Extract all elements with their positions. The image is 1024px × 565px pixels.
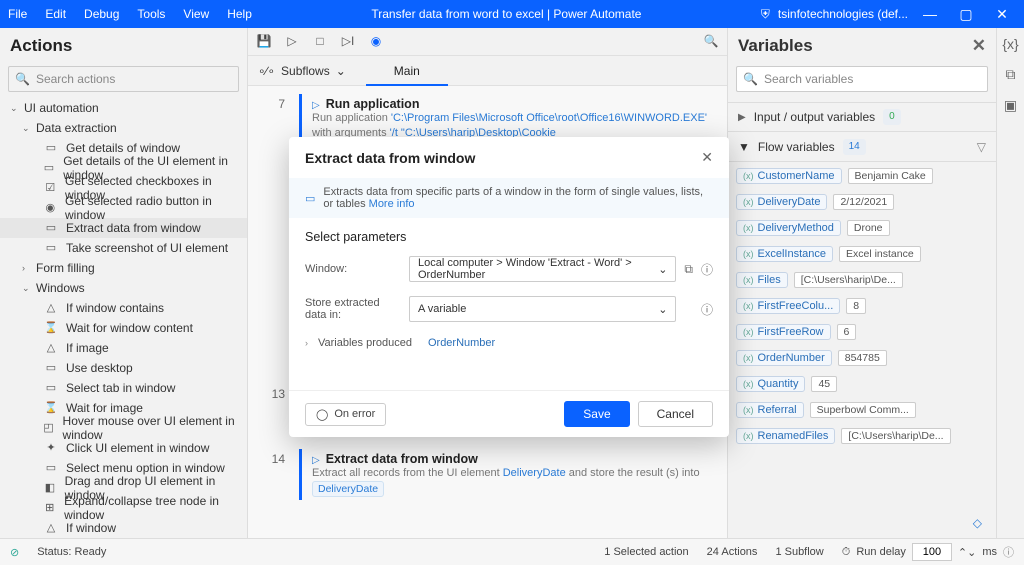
info-icon[interactable]: ⓘ xyxy=(701,261,713,278)
window-select[interactable]: Local computer > Window 'Extract - Word'… xyxy=(409,256,676,282)
variables-produced-value[interactable]: OrderNumber xyxy=(422,336,501,350)
ui-element-picker-icon[interactable]: ⧉ xyxy=(684,262,693,277)
menu-view[interactable]: View xyxy=(183,7,209,21)
status-actions: 24 Actions xyxy=(707,546,758,558)
window-icon: ▭ xyxy=(305,192,315,205)
ms-label: ms xyxy=(982,546,997,558)
run-delay-input[interactable] xyxy=(912,543,952,561)
stepper-icon[interactable]: ⌃⌄ xyxy=(958,546,976,559)
menu-file[interactable]: File xyxy=(8,7,27,21)
save-button[interactable]: Save xyxy=(564,401,629,427)
run-delay: ⏱ Run delay ⌃⌄ ms ⓘ xyxy=(842,543,1014,561)
status-ok-icon: ⊘ xyxy=(10,546,19,559)
status-subflow: 1 Subflow xyxy=(775,546,823,558)
menu-edit[interactable]: Edit xyxy=(45,7,66,21)
menu-help[interactable]: Help xyxy=(227,7,252,21)
maximize-button[interactable]: ▢ xyxy=(952,6,980,23)
extract-data-dialog: Extract data from window ✕ ▭ Extracts da… xyxy=(289,137,729,437)
window-label: Window: xyxy=(305,263,401,275)
status-ready: Status: Ready xyxy=(37,546,106,558)
status-selected: 1 Selected action xyxy=(604,546,688,558)
window-row: Window: Local computer > Window 'Extract… xyxy=(305,256,713,282)
run-delay-label: Run delay xyxy=(856,546,906,558)
on-error-label: On error xyxy=(334,408,375,420)
tenant-name[interactable]: tsinfotechnologies (def... xyxy=(778,7,908,21)
tenant-icon: ⛨ xyxy=(761,7,770,22)
on-error-button[interactable]: ◯ On error xyxy=(305,403,386,426)
dialog-header: Extract data from window ✕ xyxy=(289,137,729,178)
menu-debug[interactable]: Debug xyxy=(84,7,119,21)
store-select[interactable]: A variable ⌄ xyxy=(409,296,676,322)
store-row: Store extracted data in: A variable ⌄ ⧉ … xyxy=(305,296,713,322)
variables-produced-label: Variables produced xyxy=(318,337,412,349)
dialog-info: ▭ Extracts data from specific parts of a… xyxy=(289,178,729,218)
dialog-body: Select parameters Window: Local computer… xyxy=(289,218,729,390)
info-icon[interactable]: ⓘ xyxy=(1003,544,1014,560)
minimize-button[interactable]: — xyxy=(916,6,944,22)
store-label: Store extracted data in: xyxy=(305,297,401,321)
dialog-title: Extract data from window xyxy=(305,150,475,166)
store-select-value: A variable xyxy=(418,303,466,315)
chevron-down-icon: ⌄ xyxy=(658,303,667,316)
menu-bar: File Edit Debug Tools View Help xyxy=(8,7,252,21)
select-parameters-heading: Select parameters xyxy=(305,230,713,244)
window-select-value: Local computer > Window 'Extract - Word'… xyxy=(418,257,658,281)
clock-icon: ⏱ xyxy=(842,546,851,559)
chevron-right-icon: › xyxy=(305,338,308,348)
dialog-close-icon[interactable]: ✕ xyxy=(701,149,713,166)
dialog-footer: ◯ On error Save Cancel xyxy=(289,390,729,437)
cancel-button[interactable]: Cancel xyxy=(638,401,713,427)
more-info-link[interactable]: More info xyxy=(369,198,415,210)
menu-tools[interactable]: Tools xyxy=(137,7,165,21)
window-title: Transfer data from word to excel | Power… xyxy=(252,7,761,21)
shield-icon: ◯ xyxy=(316,408,328,421)
variables-produced-row[interactable]: › Variables produced OrderNumber xyxy=(305,336,713,350)
chevron-down-icon: ⌄ xyxy=(658,263,667,276)
close-button[interactable]: ✕ xyxy=(988,6,1016,23)
status-bar: ⊘ Status: Ready 1 Selected action 24 Act… xyxy=(0,538,1024,565)
title-right: ⛨ tsinfotechnologies (def... — ▢ ✕ xyxy=(761,6,1016,23)
titlebar: File Edit Debug Tools View Help Transfer… xyxy=(0,0,1024,28)
info-icon[interactable]: ⓘ xyxy=(701,301,713,318)
